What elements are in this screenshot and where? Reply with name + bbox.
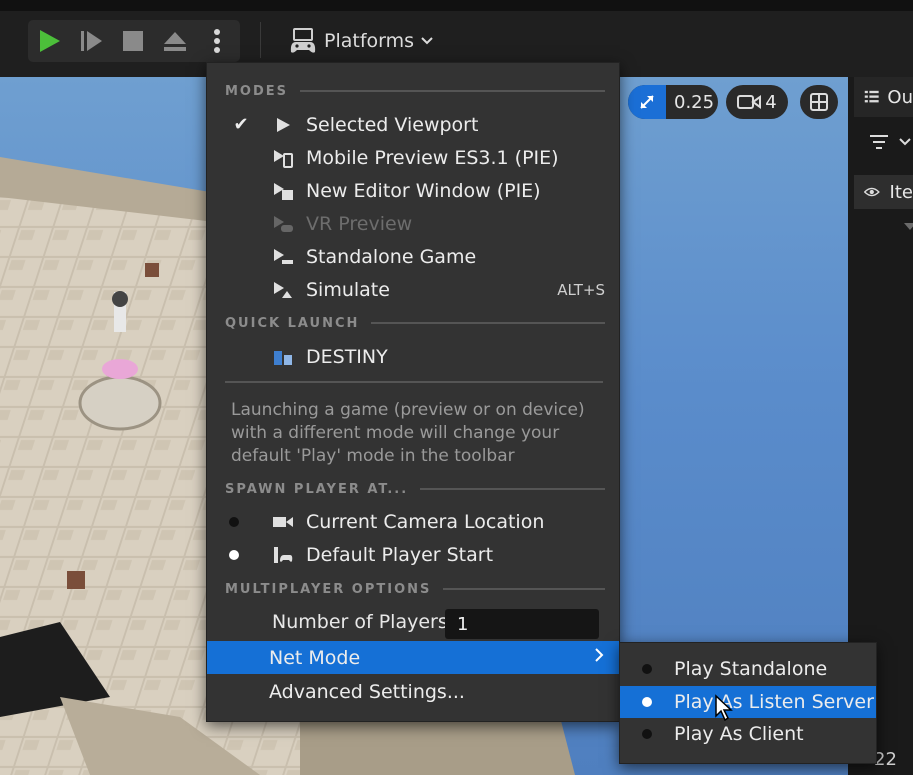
play-button[interactable] [28, 20, 70, 62]
outliner-filter-button[interactable] [868, 133, 912, 155]
stop-button[interactable] [112, 20, 154, 62]
outliner-tab[interactable]: Ou [854, 77, 913, 117]
step-button[interactable] [70, 20, 112, 62]
filter-icon [870, 135, 911, 149]
platforms-button[interactable]: Platforms [282, 22, 440, 60]
more-vertical-icon [214, 29, 220, 53]
outliner-tab-label: Ou [887, 86, 913, 108]
platforms-label: Platforms [324, 30, 415, 52]
number-of-players-row: Number of Players 1 [207, 606, 619, 640]
play-icon [40, 30, 60, 52]
camera-speed-value: 4 [765, 91, 777, 113]
list-icon [864, 90, 879, 103]
outliner-actor-count: 22 a [874, 749, 897, 775]
radio-selected-icon [229, 549, 239, 560]
checkmark-icon: ✔ [233, 114, 249, 135]
menu-item-advanced-settings[interactable]: Advanced Settings... [207, 675, 619, 708]
grid-layout-icon [810, 93, 828, 111]
chevron-right-icon [593, 647, 605, 668]
device-icon [271, 345, 295, 369]
menu-item-new-editor-window[interactable]: New Editor Window (PIE) [207, 174, 619, 207]
mobile-icon [271, 146, 295, 170]
stop-icon [123, 31, 143, 51]
player-start-icon [271, 543, 295, 567]
radio-unselected-icon [229, 516, 239, 527]
camera-icon [271, 510, 295, 534]
gamepad-icon [290, 28, 316, 53]
snap-scale-value: 0.25 [674, 91, 715, 113]
menu-item-vr-preview: VR Preview [207, 207, 619, 240]
camera-speed-pill[interactable]: 4 [726, 85, 788, 119]
scale-arrow-icon [640, 95, 654, 109]
viewport-layout-button[interactable] [800, 85, 838, 119]
section-quick-launch: QUICK LAUNCH [225, 313, 605, 333]
step-icon [81, 31, 102, 51]
eject-button[interactable] [154, 20, 196, 62]
video-camera-icon [737, 95, 762, 109]
play-controls [28, 20, 240, 62]
number-of-players-label: Number of Players [272, 611, 448, 633]
radio-selected-icon [642, 697, 652, 707]
mouse-cursor-icon [715, 694, 733, 722]
play-mode-hint: Launching a game (preview or on device) … [231, 400, 585, 466]
submenu-item-play-as-listen-server[interactable]: Play As Listen Server [620, 686, 876, 718]
section-spawn-player: SPAWN PLAYER AT... [225, 479, 605, 499]
menu-item-selected-viewport[interactable]: ✔ Selected Viewport [207, 108, 619, 141]
eject-icon [164, 32, 186, 51]
play-options-menu: MODES ✔ Selected Viewport Mobile Preview… [206, 62, 620, 722]
radio-unselected-icon [642, 729, 652, 739]
vr-icon [271, 212, 295, 236]
menu-item-net-mode[interactable]: Net Mode [207, 641, 619, 674]
submenu-item-play-standalone[interactable]: Play Standalone [620, 653, 876, 685]
menu-item-default-player-start[interactable]: Default Player Start [207, 538, 619, 571]
simulate-shortcut: ALT+S [557, 280, 605, 299]
section-modes: MODES [225, 81, 605, 101]
collapse-arrow-icon[interactable] [904, 223, 913, 230]
radio-unselected-icon [642, 664, 652, 674]
menu-item-mobile-preview[interactable]: Mobile Preview ES3.1 (PIE) [207, 141, 619, 174]
menu-item-simulate[interactable]: Simulate ALT+S [207, 273, 619, 306]
play-options-button[interactable] [196, 20, 238, 62]
menu-item-standalone-game[interactable]: Standalone Game [207, 240, 619, 273]
outliner-header-row[interactable]: Ite [854, 175, 913, 209]
simulate-icon [271, 278, 295, 302]
net-mode-submenu: Play Standalone Play As Listen Server Pl… [619, 642, 877, 764]
toolbar-divider [260, 22, 261, 58]
scale-snap-toggle[interactable] [628, 85, 666, 119]
outliner-column-label: Ite [889, 181, 913, 203]
number-of-players-input[interactable]: 1 [445, 609, 599, 639]
submenu-item-play-as-client[interactable]: Play As Client [620, 718, 876, 750]
window-icon [271, 179, 295, 203]
snap-scale-pill[interactable]: 0.25 [628, 85, 718, 119]
menu-item-current-camera-location[interactable]: Current Camera Location [207, 505, 619, 538]
eye-icon [864, 187, 880, 197]
toolbar-top-strip [0, 0, 913, 11]
play-icon [271, 113, 295, 137]
chevron-down-icon [421, 37, 433, 45]
menu-item-destiny[interactable]: DESTINY [207, 340, 619, 373]
menu-separator [225, 381, 603, 383]
section-multiplayer-options: MULTIPLAYER OPTIONS [225, 579, 605, 599]
standalone-icon [271, 245, 295, 269]
